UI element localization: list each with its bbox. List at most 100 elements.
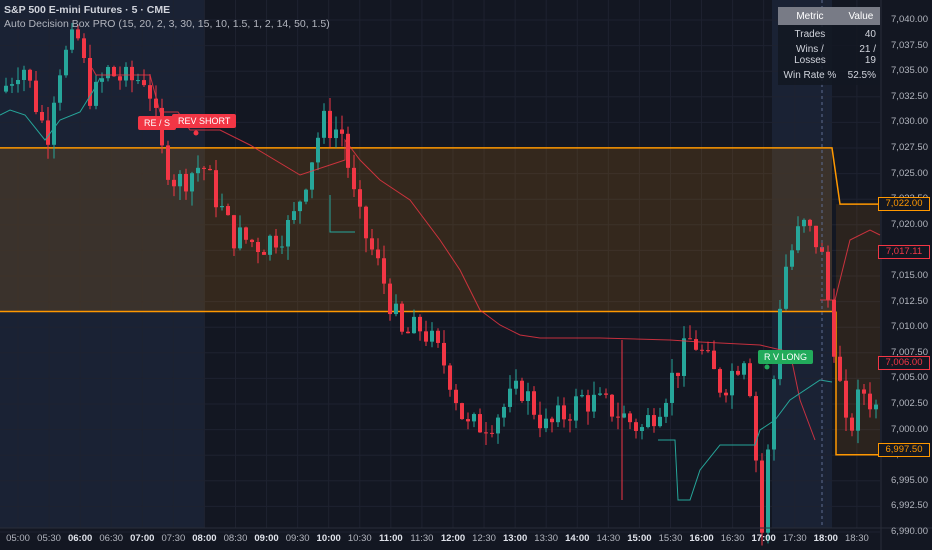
time-tick-label: 13:30 [534,533,559,544]
time-tick-label: 07:00 [130,533,155,544]
time-tick-label: 17:30 [782,533,807,544]
candle-body [220,206,224,208]
candle-body [52,102,56,145]
candle-body [10,84,14,86]
candle-body [376,249,380,259]
candle-body [664,402,668,417]
price-tick-label: 7,015.00 [891,270,928,281]
candle-body [586,395,590,412]
price-tick-label: 7,000.00 [891,423,928,435]
candle-body [592,394,596,412]
candle-body [328,110,332,139]
candle-body [394,303,398,315]
candle-body [208,168,212,171]
candle-body [424,331,428,342]
candle-body [280,246,284,248]
time-tick-label: 10:00 [316,533,341,544]
candle-body [484,432,488,434]
indicator-label[interactable]: Auto Decision Box PRO (15, 20, 2, 3, 30,… [4,18,330,30]
price-tick-label: 6,992.50 [891,500,928,512]
time-tick-label: 16:30 [720,533,745,544]
candle-body [202,167,206,169]
candle-body [508,388,512,407]
candle-body [478,414,482,433]
price-tick-label: 7,040.00 [891,14,928,25]
candle-body [448,365,452,390]
candle-body [580,395,584,397]
candle-body [346,133,350,168]
candle-body [616,416,620,418]
decision-box-fill [0,147,832,312]
price-tick-label: 7,035.00 [891,65,928,77]
candle-body [760,460,764,533]
candle-body [766,449,770,533]
candle-body [538,414,542,429]
rev-short-signal[interactable]: REV SHORT [172,114,237,128]
candle-body [76,29,80,39]
rev-short-signal[interactable]: RE / S [138,116,177,130]
candle-body [82,38,86,59]
candle-body [142,80,146,86]
candle-body [460,403,464,420]
candle-body [706,350,710,352]
candle-body [4,85,8,92]
candle-body [856,389,860,431]
candle-body [16,79,20,85]
time-tick-label: 14:00 [565,533,590,544]
time-tick-label: 06:00 [67,533,93,544]
candle-body [28,69,32,81]
candle-body [340,129,344,134]
time-tick-label: 11:00 [378,533,403,544]
candle-body [382,258,386,284]
time-tick-label: 18:00 [813,533,838,544]
price-tick-label: 7,027.50 [891,142,928,153]
candle-body [562,405,566,420]
rev-long-signal[interactable]: R V LONG [758,350,814,364]
candle-body [250,239,254,243]
candle-body [598,393,602,395]
candle-body [652,415,656,427]
candle-body [244,227,248,240]
candle-body [514,380,518,389]
stats-header-metric: Metric [778,7,842,25]
candle-body [520,380,524,401]
candle-body [742,363,746,375]
time-tick-label: 08:30 [223,533,248,544]
candle-body [634,422,638,431]
candle-body [322,110,326,138]
candle-body [718,369,722,393]
candle-body [790,250,794,267]
candle-body [352,167,356,190]
candle-body [778,308,782,380]
candle-body [412,316,416,334]
candle-body [214,170,218,208]
chart-window[interactable]: S&P 500 E-mini Futures · 5 · CME Auto De… [0,0,932,550]
price-tick-label: 7,020.00 [891,218,928,230]
candle-body [808,219,812,226]
candle-body [148,85,152,99]
candle-body [832,299,836,357]
stats-metric: Trades [778,25,842,44]
candle-body [454,389,458,404]
time-tick-label: 15:30 [658,533,683,544]
time-tick-label: 12:30 [472,533,496,544]
signal-dot [764,364,770,370]
time-tick-label: 16:00 [689,533,714,544]
stats-table: Metric Value Trades 40 Wins / Losses 21 … [778,7,880,85]
candle-body [670,372,674,403]
time-tick-label: 06:30 [99,533,124,544]
candle-body [646,415,650,428]
stats-row: Trades 40 [778,25,880,44]
time-tick-label: 11:30 [410,533,434,544]
price-badge: 7,022.00 [878,197,930,211]
price-badge: 6,997.50 [878,443,930,457]
symbol-title[interactable]: S&P 500 E-mini Futures · 5 · CME [4,4,170,16]
candle-body [358,189,362,207]
candle-body [826,251,830,300]
candle-body [334,129,338,139]
candle-body [58,75,62,103]
candle-body [658,416,662,427]
candle-body [106,66,110,79]
candle-body [784,266,788,309]
candle-body [628,413,632,423]
